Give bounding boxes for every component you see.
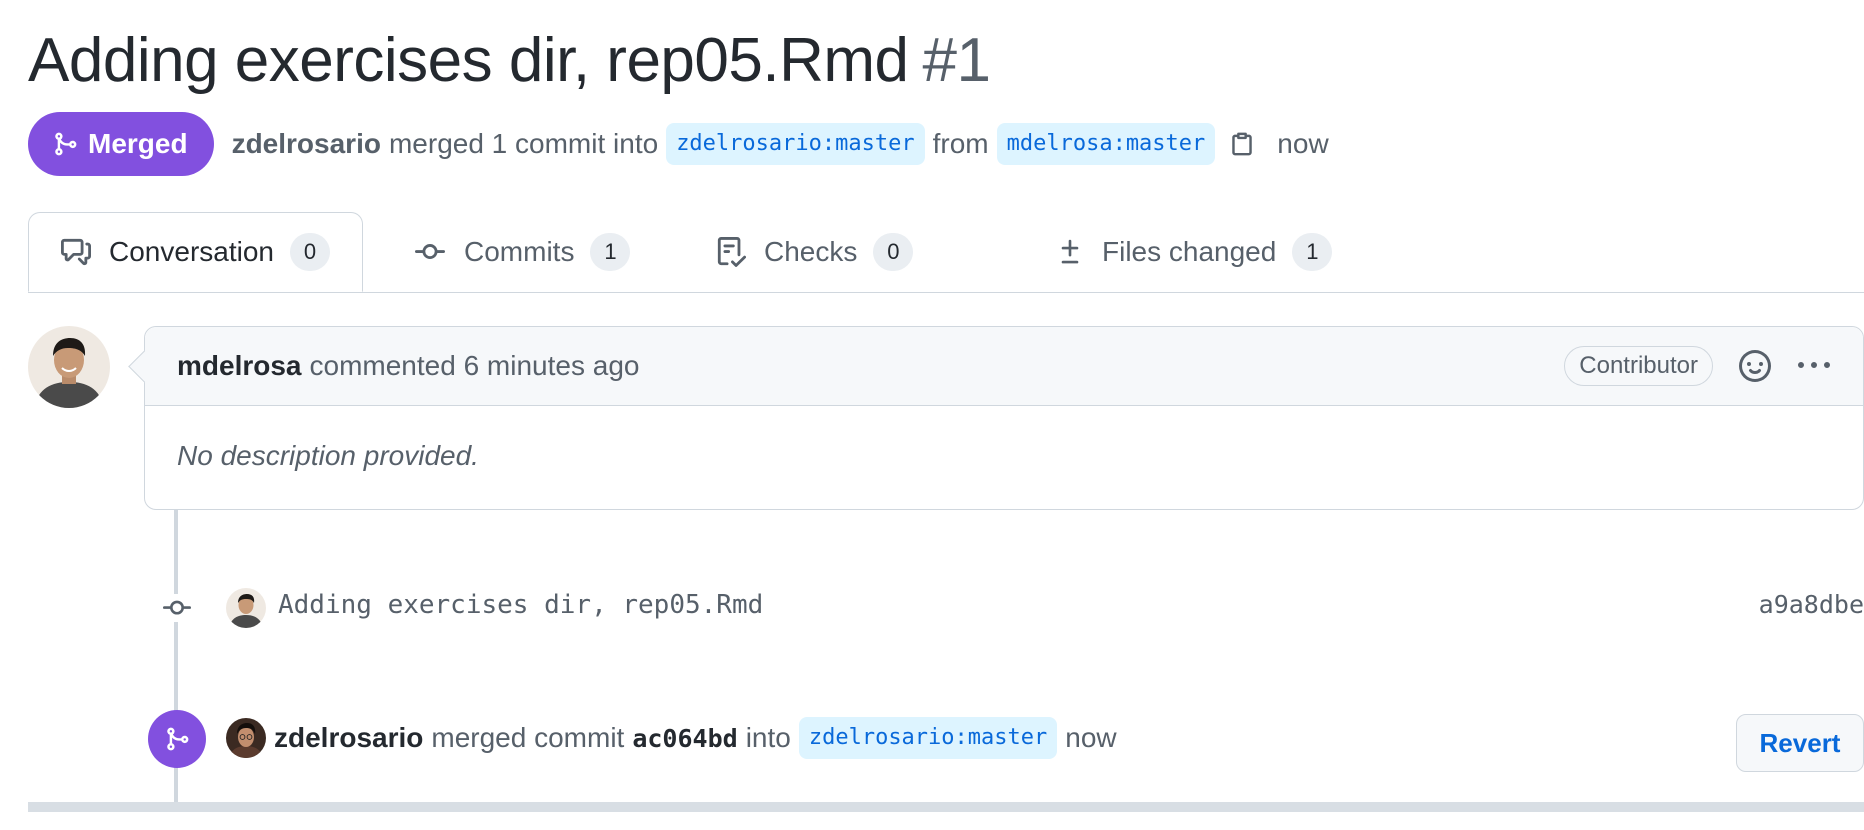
merge-actor-link[interactable]: zdelrosario [274,722,423,754]
comment-author-link[interactable]: mdelrosa [177,350,302,382]
base-branch-label[interactable]: zdelrosario:master [666,123,925,165]
add-reaction-button[interactable] [1739,350,1771,382]
merged-status-label: Merged [88,128,188,159]
pr-title-text: Adding exercises dir, rep05.Rmd [28,26,909,95]
copy-branch-button[interactable] [1229,129,1255,159]
git-commit-icon [163,600,191,615]
merge-into-text: into [745,722,791,753]
tab-commits[interactable]: Commits 1 [414,212,631,292]
tab-checks-count: 0 [873,233,914,271]
merged-by-link[interactable]: zdelrosario [232,128,381,160]
tab-conversation[interactable]: Conversation 0 [28,212,363,292]
git-merge-icon [167,727,189,751]
merge-event-badge [148,710,206,768]
commit-message-link[interactable]: Adding exercises dir, rep05.Rmd [278,590,763,620]
tab-conversation-label: Conversation [109,236,274,267]
merge-event-time: now [1065,722,1117,753]
head-branch-label[interactable]: mdelrosa:master [996,123,1216,165]
pr-number: #1 [922,26,991,95]
tab-files-changed-count: 1 [1292,233,1333,271]
from-text: from [932,128,989,159]
merger-avatar[interactable] [226,718,266,758]
pr-tabs: Conversation 0 Commits 1 Checks 0 Files … [28,212,1864,293]
avatar[interactable] [28,326,110,408]
pr-status-row: Merged zdelrosario merged 1 commit into … [28,112,1329,176]
file-diff-icon [1061,239,1079,264]
kebab-horizontal-icon [1798,362,1830,368]
git-commit-icon [415,244,445,260]
tab-commits-count: 1 [590,233,631,271]
git-merge-icon [55,132,77,156]
comment-body: No description provided. [177,440,479,471]
contributor-badge: Contributor [1564,346,1713,386]
comment-timestamp[interactable]: commented 6 minutes ago [310,350,640,382]
merged-text: merged 1 commit into [388,128,659,159]
tab-commits-label: Commits [464,236,575,267]
comment-options-button[interactable] [1797,350,1831,382]
commit-sha-link[interactable]: a9a8dbe [1759,590,1864,619]
checklist-icon [717,237,746,267]
revert-button[interactable]: Revert [1736,714,1864,772]
smiley-icon [1739,350,1771,382]
comment-discussion-icon [61,238,91,266]
tab-conversation-count: 0 [289,233,330,271]
tab-checks-label: Checks [764,236,858,267]
clipboard-icon [1232,132,1253,156]
comment-header-actions: Contributor [1564,346,1831,386]
comment-box: mdelrosa commented 6 minutes ago Contrib… [144,326,1864,510]
tab-checks[interactable]: Checks 0 [716,212,914,292]
merge-commit-sha-link[interactable]: ac064bd [632,724,737,753]
merge-event: zdelrosario merged commit ac064bd into z… [274,716,1117,760]
timeline-bottom-divider [28,802,1864,812]
pr-title: Adding exercises dir, rep05.Rmd #1 [28,18,991,104]
tab-files-changed[interactable]: Files changed 1 [1056,212,1333,292]
comment-header: mdelrosa commented 6 minutes ago Contrib… [145,327,1863,406]
merged-status-badge: Merged [28,112,214,176]
merged-time: now [1277,128,1329,159]
merge-target-branch[interactable]: zdelrosario:master [798,717,1058,759]
commit-author-avatar[interactable] [226,588,266,628]
commit-node [160,594,194,622]
merge-event-text: merged commit [431,722,625,753]
tab-files-changed-label: Files changed [1102,236,1277,267]
